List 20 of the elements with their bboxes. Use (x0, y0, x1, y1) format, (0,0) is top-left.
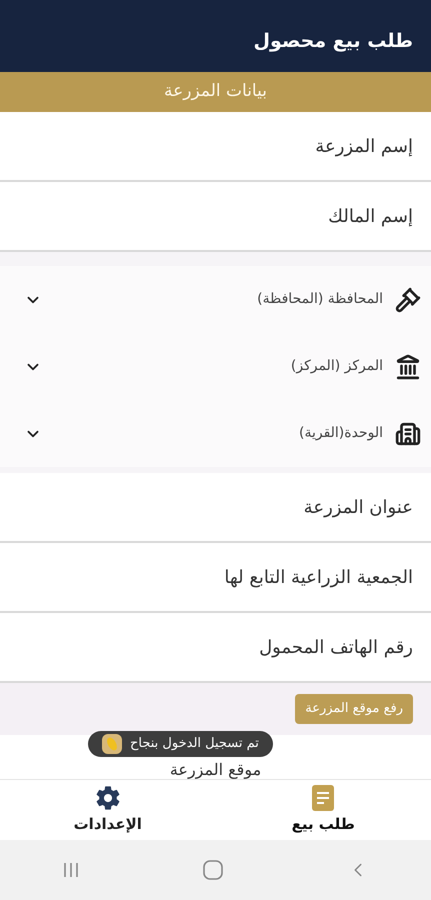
gavel-icon (395, 286, 421, 312)
bank-icon (395, 354, 421, 380)
dropdown-label: المحافظة (المحافظة) (256, 290, 383, 309)
toast-message: تم تسجيل الدخول بنجاح (130, 735, 259, 754)
settings-icon (94, 784, 121, 811)
nav-item[interactable]: طلب بيع (216, 780, 431, 840)
recent-apps-icon[interactable] (62, 862, 80, 878)
building-icon (395, 420, 421, 446)
home-icon[interactable] (203, 860, 224, 880)
app-bar-title: طلب بيع محصول (254, 28, 413, 54)
dropdown-label: الوحدة(القرية) (298, 424, 383, 443)
dropdown[interactable]: المركز (المركز) (0, 333, 431, 400)
dropdown[interactable]: المحافظة (المحافظة) (0, 266, 431, 333)
app-icon (102, 734, 122, 754)
document-icon (312, 784, 334, 811)
section-title: بيانات المزرعة (164, 80, 267, 104)
dropdown-label: المركز (المركز) (290, 357, 383, 376)
location-label: موقع المزرعة (170, 760, 262, 779)
nav-item[interactable]: الإعدادات (0, 780, 216, 840)
dropdown[interactable]: الوحدة(القرية) (0, 400, 431, 467)
